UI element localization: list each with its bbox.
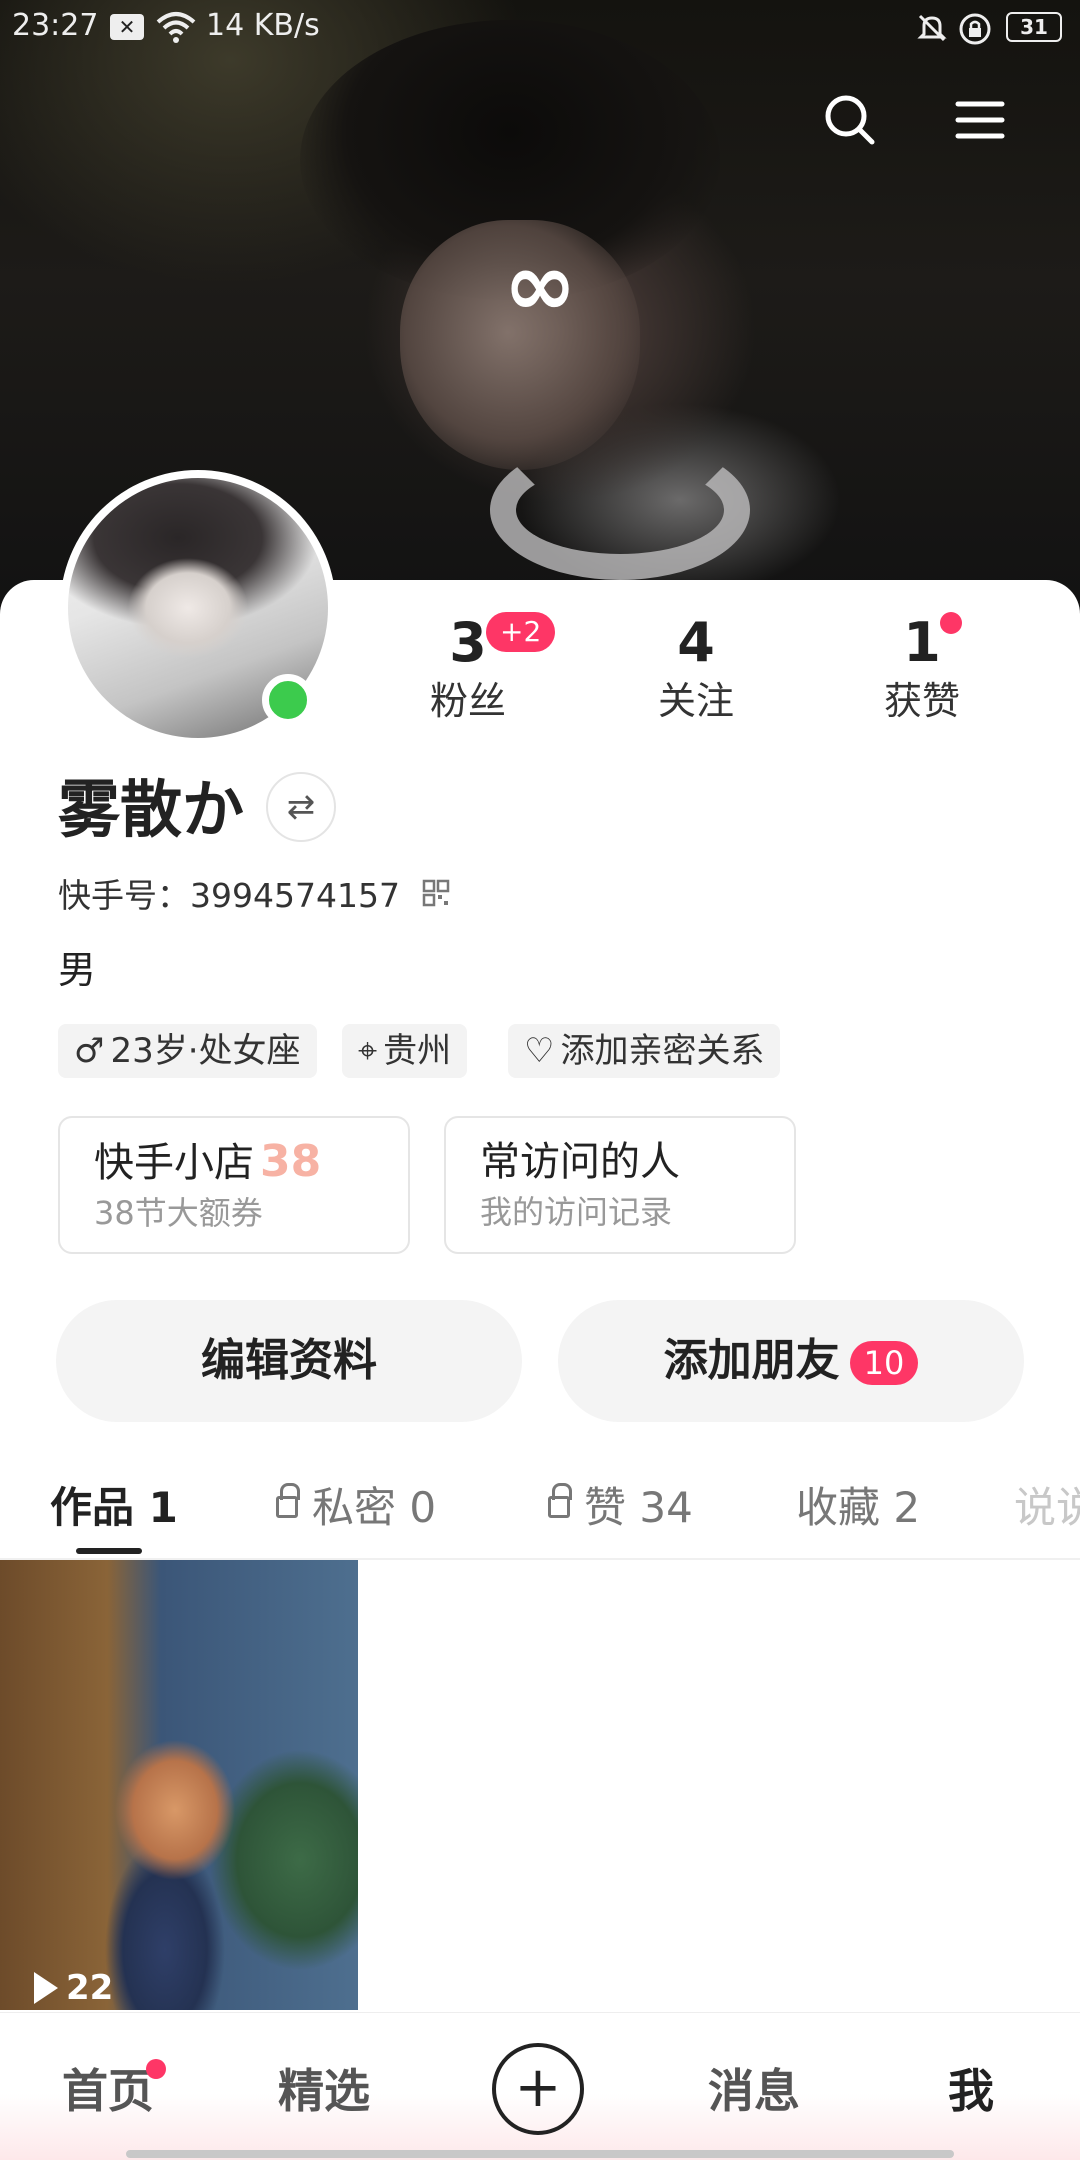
frequent-visitors-card[interactable]: 常访问的人 我的访问记录 bbox=[444, 1116, 796, 1254]
visitors-subtitle: 我的访问记录 bbox=[480, 1193, 673, 1231]
stat-following[interactable]: 4 关注 bbox=[616, 610, 776, 726]
network-speed: 14 KB/s bbox=[206, 8, 320, 43]
age-zodiac-text: 23岁·处女座 bbox=[110, 1031, 301, 1071]
likes-notification-dot bbox=[940, 612, 962, 634]
tab-private[interactable]: 私密 0 bbox=[276, 1478, 436, 1538]
search-icon[interactable] bbox=[822, 92, 878, 148]
kuaishou-id[interactable]: 快手号：3994574157 bbox=[58, 872, 450, 922]
add-friend-button[interactable]: 添加朋友 10 bbox=[558, 1300, 1024, 1422]
lock-icon bbox=[276, 1482, 300, 1518]
play-count-value: 22 bbox=[66, 1968, 114, 2008]
infinity-logo-icon: ∞ bbox=[503, 233, 577, 336]
tab-works[interactable]: 作品 1 bbox=[50, 1478, 178, 1538]
edit-profile-label: 编辑资料 bbox=[201, 1335, 377, 1386]
mute-icon bbox=[916, 12, 948, 52]
visitors-title: 常访问的人 bbox=[480, 1139, 680, 1185]
lock-icon bbox=[548, 1482, 572, 1518]
status-time: 23:27 bbox=[12, 8, 99, 43]
stat-following-value: 4 bbox=[677, 611, 715, 674]
add-friend-count-badge: 10 bbox=[849, 1341, 919, 1385]
tab-favorites[interactable]: 收藏 2 bbox=[796, 1478, 920, 1538]
wifi-icon bbox=[156, 10, 196, 52]
age-zodiac-chip[interactable]: ♂ 23岁·处女座 bbox=[58, 1024, 317, 1078]
stat-fans-label: 粉丝 bbox=[429, 679, 506, 723]
location-chip[interactable]: ⌖ 贵州 bbox=[342, 1024, 468, 1078]
banner-image-headphones bbox=[490, 440, 750, 580]
add-relationship-chip[interactable]: ♡ 添加亲密关系 bbox=[508, 1024, 781, 1078]
add-relationship-text: 添加亲密关系 bbox=[560, 1031, 765, 1071]
create-post-button[interactable]: + bbox=[492, 2043, 584, 2135]
shop-title: 快手小店 bbox=[94, 1140, 254, 1186]
qr-code-icon[interactable] bbox=[422, 874, 450, 922]
tab-moments[interactable]: 说说 bbox=[1014, 1478, 1080, 1538]
home-notification-dot bbox=[146, 2059, 166, 2079]
stat-likes[interactable]: 1 获赞 bbox=[842, 610, 1002, 726]
nav-featured[interactable]: 精选 bbox=[278, 2061, 370, 2121]
male-icon: ♂ bbox=[74, 1031, 105, 1071]
play-count: 22 bbox=[34, 1968, 113, 2008]
shop-subtitle: 38节大额券 bbox=[94, 1194, 263, 1232]
tab-works-label: 作品 1 bbox=[50, 1483, 178, 1532]
notification-icon: ✕ bbox=[110, 14, 144, 40]
stat-likes-label: 获赞 bbox=[883, 679, 960, 723]
lock-rotation-icon bbox=[958, 12, 992, 54]
tab-moments-label: 说说 bbox=[1014, 1483, 1080, 1532]
username: 雾散か bbox=[58, 773, 245, 846]
relationship-icon: ♡ bbox=[524, 1031, 555, 1071]
work-thumbnail[interactable]: 22 bbox=[0, 1560, 358, 2010]
tab-favorites-label: 收藏 2 bbox=[796, 1483, 921, 1532]
switch-account-button[interactable]: ⇄ bbox=[266, 772, 336, 842]
nav-home[interactable]: 首页 bbox=[62, 2061, 154, 2121]
status-bar: 23:27 ✕ 14 KB/s 31 bbox=[0, 0, 1080, 54]
fans-increase-badge: +2 bbox=[486, 612, 556, 652]
play-icon bbox=[34, 1971, 58, 2004]
stat-following-label: 关注 bbox=[657, 679, 734, 723]
stat-likes-value: 1 bbox=[903, 611, 941, 674]
nav-messages[interactable]: 消息 bbox=[708, 2061, 800, 2121]
menu-icon[interactable] bbox=[952, 92, 1008, 148]
nav-me[interactable]: 我 bbox=[948, 2061, 994, 2121]
tab-liked[interactable]: 赞 34 bbox=[548, 1478, 693, 1538]
battery-indicator: 31 bbox=[1006, 12, 1062, 42]
gender-text: 男 bbox=[58, 948, 97, 992]
location-pin-icon: ⌖ bbox=[358, 1031, 378, 1071]
add-friend-label: 添加朋友 bbox=[663, 1335, 840, 1386]
kuaishou-id-text: 快手号：3994574157 bbox=[58, 876, 400, 915]
edit-profile-button[interactable]: 编辑资料 bbox=[56, 1300, 522, 1422]
active-tab-indicator bbox=[76, 1548, 142, 1554]
bottom-navigation: 首页 精选 + 消息 我 bbox=[0, 2012, 1080, 2160]
online-status-dot bbox=[262, 674, 314, 726]
tab-private-label: 私密 0 bbox=[312, 1483, 437, 1532]
location-text: 贵州 bbox=[383, 1031, 452, 1071]
shop-38-decoration: 38 bbox=[260, 1136, 322, 1187]
home-indicator[interactable] bbox=[126, 2150, 954, 2158]
content-tabs: 作品 1 私密 0 赞 34 收藏 2 说说 bbox=[0, 1460, 1080, 1560]
kuaishou-shop-card[interactable]: 快手小店 38 38节大额券 bbox=[58, 1116, 410, 1254]
tab-liked-label: 赞 34 bbox=[584, 1483, 693, 1532]
